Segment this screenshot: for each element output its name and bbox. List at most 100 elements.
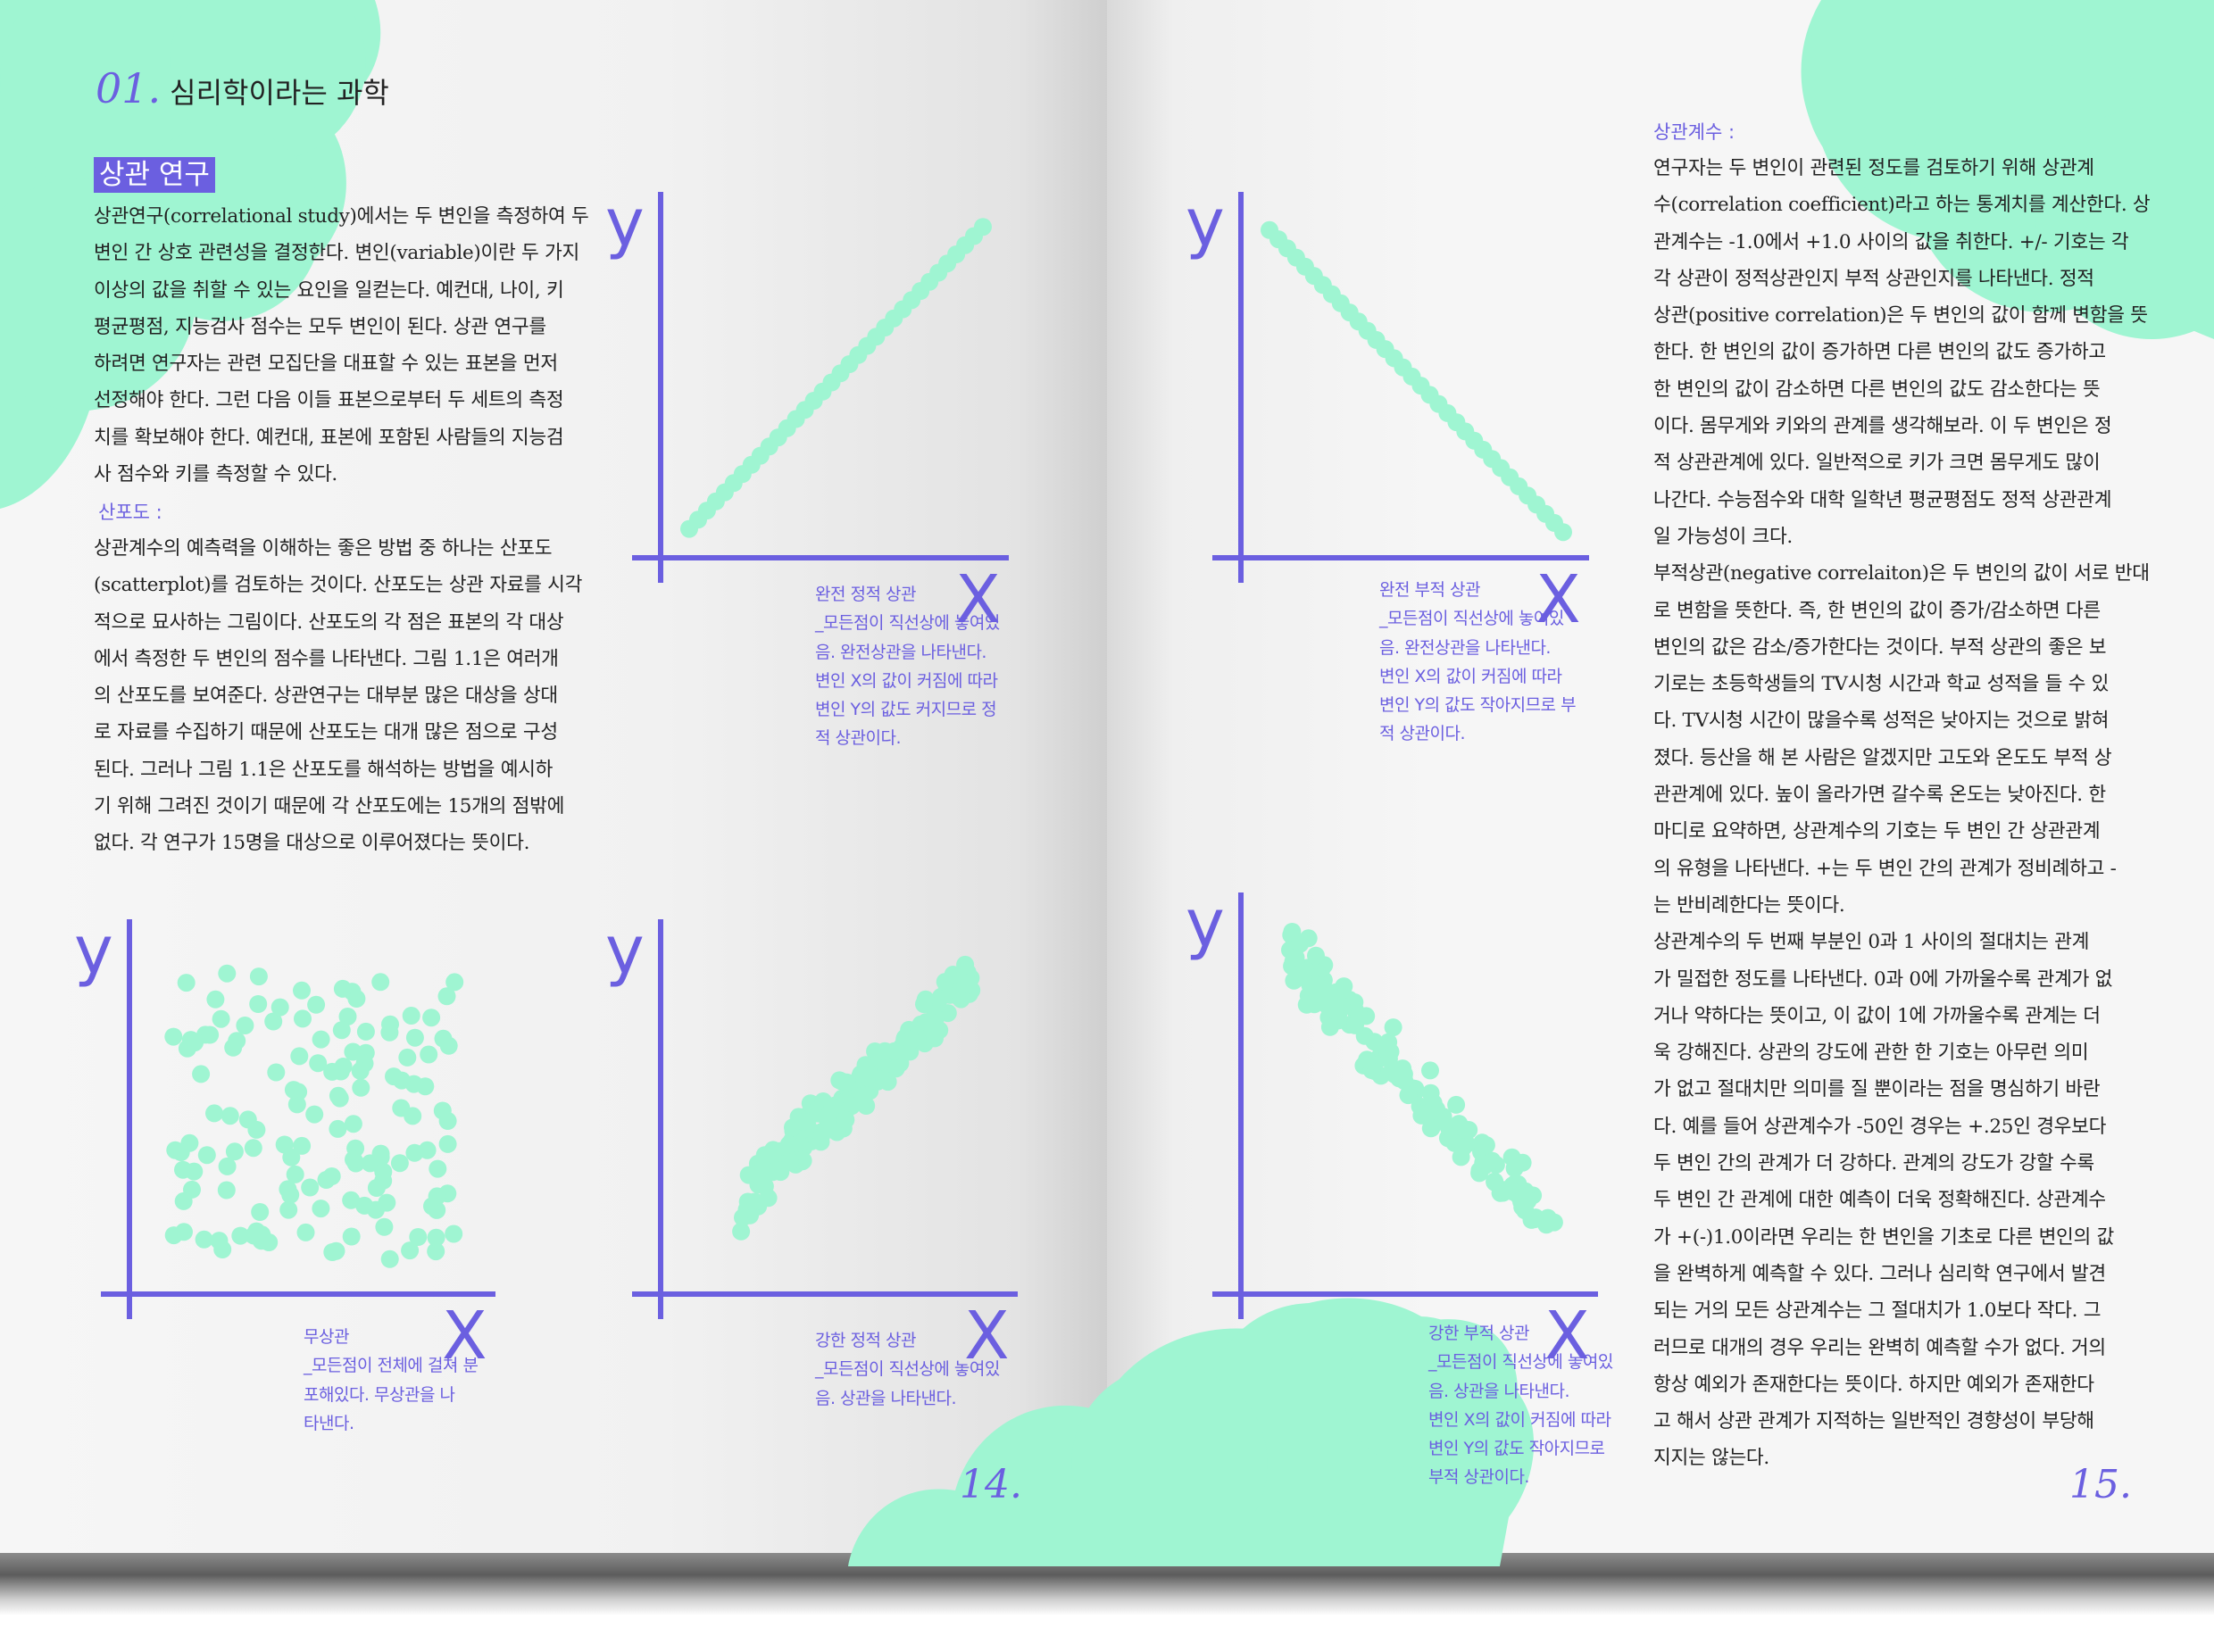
text-line: 러므로 대개의 경우 우리는 완벽히 예측할 수가 없다. 거의 [1653,1336,2106,1359]
data-point [915,995,933,1014]
section-title: 상관 연구 [94,157,215,193]
y-axis-label: y [74,912,113,989]
data-point [251,1203,270,1221]
text-line: 변인 간 상호 관련성을 결정한다. 변인(variable)이란 두 가지 [94,242,579,265]
text-line: 변인의 값은 감소/증가한다는 것이다. 부적 상관의 좋은 보 [1653,635,2107,659]
data-point [345,1150,362,1169]
caption-strong-negative: 강한 부적 상관 _모든점이 직선상에 놓여있 음. 상관을 나타낸다. 변인 … [1428,1319,1613,1492]
text-line: 상관계수의 예측력을 이해하는 좋은 방법 중 하나는 산포도 [94,537,553,560]
data-point [375,1217,394,1236]
data-point [1307,946,1325,965]
caption-line: 변인 Y의 값도 작아지므로 [1428,1439,1605,1459]
data-point [279,1200,298,1219]
coefficient-paragraph: 연구자는 두 변인이 관련된 정도를 검토하기 위해 상관계 수(correla… [1653,150,2151,1477]
scatter-strong-positive: yX [605,912,1018,1374]
text-line: 치를 확보해야 한다. 예컨대, 표본에 포함된 사람들의 지능검 [94,426,564,449]
data-point [195,1230,213,1249]
text-line: 관계수는 -1.0에서 +1.0 사이의 값을 취한다. +/- 기호는 각 [1653,230,2129,253]
text-line: 된다. 그러나 그림 1.1은 산포도를 해석하는 방법을 예시하 [94,758,554,781]
data-point [438,1112,457,1130]
caption-perfect-positive: 완전 정적 상관 _모든점이 직선상에 놓여있 음. 완전상관을 나타낸다. 변… [815,580,1000,753]
data-point [236,1017,254,1034]
data-point [1544,1213,1563,1232]
text-line: (scatterplot)를 검토하는 것이다. 산포도는 상관 자료를 시각 [94,574,583,597]
data-point [164,1027,183,1046]
caption-line: 완전 정적 상관 [815,585,916,604]
data-point [959,975,978,994]
data-point [275,1135,294,1154]
caption-line: 음. 상관을 나타낸다. [815,1388,956,1408]
data-point [221,1107,239,1125]
data-point [244,1139,262,1158]
data-point [409,1228,428,1246]
text-line: 하려면 연구자는 관련 모집단을 대표할 수 있는 표본을 먼저 [94,353,558,376]
text-line: 없다. 각 연구가 15명을 대상으로 이루어졌다는 뜻이다. [94,832,530,855]
data-point [390,1154,409,1173]
data-point [434,1029,453,1048]
caption-no-correlation: 무상관 _모든점이 전체에 걸쳐 분 포해있다. 무상관을 나 타낸다. [304,1323,479,1438]
data-point [218,964,237,983]
caption-strong-positive: 강한 정적 상관 _모든점이 직선상에 놓여있 음. 상관을 나타낸다. [815,1326,1000,1413]
data-point [171,1143,190,1161]
text-line: 는 반비례한다는 뜻이다. [1653,893,1845,917]
data-point [422,1009,441,1027]
data-point [286,1165,304,1183]
data-point [944,966,962,984]
data-point [381,1015,399,1034]
scatter-strong-negative: yX [1186,885,1598,1374]
text-line: 마디로 요약하면, 상관계수의 기호는 두 변인 간 상관관계 [1653,820,2101,843]
data-point [378,1193,396,1212]
data-point [1345,1016,1364,1034]
data-point [312,1200,330,1218]
data-point [1452,1148,1470,1166]
data-point [185,1162,204,1181]
y-axis-label: y [1186,185,1225,261]
data-point [445,973,464,992]
text-line: 적 상관관계에 있다. 일반적으로 키가 크면 몸무게도 많이 [1653,452,2101,475]
text-line: 항상 예외가 존재한다는 뜻이다. 하지만 예외가 존재한다 [1653,1373,2094,1396]
text-line: 선정해야 한다. 그런 다음 이들 표본으로부터 두 세트의 측정 [94,389,564,412]
caption-line: 적 상관이다. [1379,724,1465,744]
data-point [178,1039,196,1058]
text-line: 가 밀접한 정도를 나타낸다. 0과 0에 가까울수록 관계가 없 [1653,967,2113,991]
text-line: 일 가능성이 크다. [1653,525,1793,548]
data-point [212,1009,230,1028]
data-point [1483,1151,1502,1170]
text-line: 이상의 값을 취할 수 있는 요인을 일컫는다. 예컨대, 나이, 키 [94,278,564,302]
text-line: 로 자료를 수집하기 때문에 산포도는 대개 많은 점으로 구성 [94,721,558,744]
caption-line: 무상관 [304,1327,349,1347]
data-point [747,1165,766,1183]
data-point [830,1071,849,1090]
data-point [323,1243,342,1261]
data-point [813,1123,832,1141]
data-point [294,1009,312,1028]
data-point [1358,1050,1377,1069]
caption-line: _모든점이 직선상에 놓여있 [1428,1352,1613,1373]
scatter-heading: 산포도 : [98,502,162,523]
scatter-perfect-positive: yX [605,185,1009,638]
text-line: 기 위해 그려진 것이기 때문에 각 산포도에는 15개의 점밖에 [94,795,565,818]
data-point [418,1141,437,1159]
data-point [404,1107,422,1125]
data-point [213,1241,232,1258]
data-point [332,1021,351,1040]
text-line: 기로는 초등학생들의 TV시청 시간과 학교 성적을 들 수 있 [1653,673,2110,696]
data-point [197,1146,216,1165]
data-point [201,1025,220,1044]
text-line: 평균평점, 지능검사 점수는 모두 변인이 된다. 상관 연구를 [94,315,546,338]
text-line: 수(correlation coefficient)라고 하는 통계치를 계산한… [1653,194,2151,217]
text-line: 다. TV시청 시간이 많을수록 성적은 낮아지는 것으로 밝혀 [1653,710,2110,733]
text-line: 관관계에 있다. 높이 올라가면 갈수록 온도는 낮아진다. 한 [1653,784,2106,807]
caption-line: 음. 완전상관을 나타낸다. [1379,637,1551,658]
caption-perfect-negative: 완전 부적 상관 _모든점이 직선상에 놓여있 음. 완전상관을 나타낸다. 변… [1379,576,1577,749]
data-point [429,1159,447,1178]
data-point [1486,1173,1504,1191]
data-point [329,1119,347,1138]
data-point [309,1054,328,1073]
data-point [342,1227,361,1246]
text-line: 다. 예를 들어 상관계수가 -50인 경우는 +.25인 경우보다 [1653,1115,2107,1138]
data-point [174,1191,193,1210]
data-point [738,1200,757,1218]
data-point [1477,1136,1495,1155]
data-point [393,1071,411,1090]
